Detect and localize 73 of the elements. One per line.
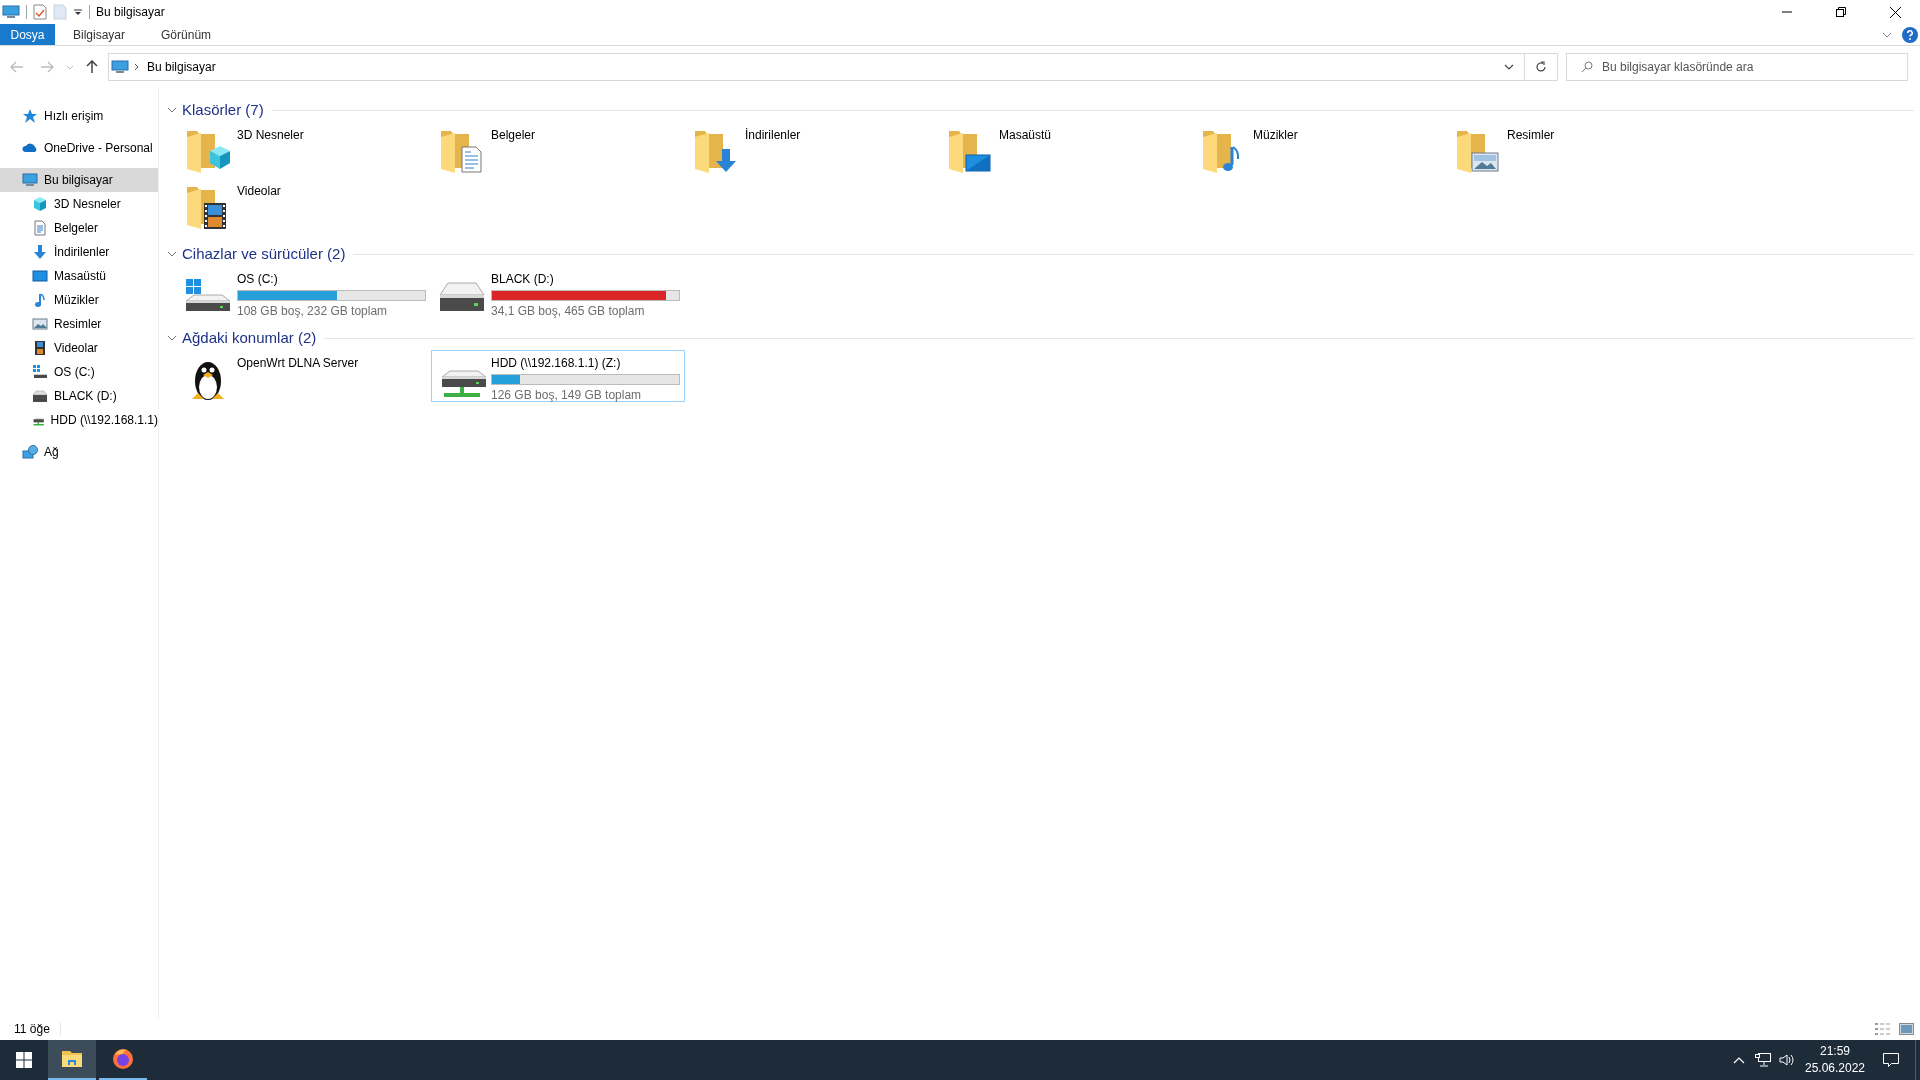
computer-icon (22, 172, 38, 188)
network-icon (22, 444, 38, 460)
computer-icon[interactable] (2, 5, 20, 19)
sidebar-item[interactable]: Belgeler (0, 216, 158, 240)
folder-tile[interactable]: Masaüstü (939, 122, 1193, 178)
windows-logo-icon (16, 1052, 32, 1068)
sidebar-item[interactable]: Müzikler (0, 288, 158, 312)
sidebar-item[interactable]: Hızlı erişim (0, 104, 158, 128)
chevron-right-icon[interactable] (134, 63, 139, 71)
network-icon[interactable] (1755, 1053, 1771, 1067)
close-button[interactable] (1890, 6, 1901, 18)
properties-icon[interactable] (33, 4, 47, 20)
windows-drive-icon (32, 364, 48, 380)
firefox-icon (111, 1047, 135, 1071)
desktop-icon (32, 268, 48, 284)
sidebar-item[interactable]: OneDrive - Personal (0, 136, 158, 160)
search-icon (1581, 61, 1593, 73)
folder-tile[interactable]: Müzikler (1193, 122, 1447, 178)
refresh-icon[interactable] (1535, 61, 1547, 73)
up-arrow-icon[interactable] (86, 60, 98, 74)
notifications-icon[interactable] (1883, 1052, 1899, 1068)
sidebar-item[interactable]: 3D Nesneler (0, 192, 158, 216)
sidebar-item[interactable]: HDD (\\192.168.1.1) (0, 408, 158, 432)
sidebar-item[interactable]: OS (C:) (0, 360, 158, 384)
computer-icon (111, 60, 129, 74)
download-arrow-icon (32, 244, 48, 260)
search-field[interactable]: Bu bilgisayar klasöründe ara (1566, 53, 1908, 81)
document-icon (32, 220, 48, 236)
chevron-down-icon[interactable] (167, 333, 177, 343)
search-input[interactable]: Bu bilgisayar klasöründe ara (1602, 58, 1907, 76)
picture-icon (32, 316, 48, 332)
file-tab[interactable]: Dosya (0, 24, 55, 45)
sidebar-item[interactable]: BLACK (D:) (0, 384, 158, 408)
music-note-icon (32, 292, 48, 308)
volume-icon[interactable] (1779, 1053, 1795, 1067)
section-header[interactable]: Ağdaki konumlar (2) (182, 326, 317, 350)
drive-tile[interactable]: OS (C:) 108 GB boş, 232 GB toplam (177, 266, 431, 318)
folder-tile[interactable]: 3D Nesneler (177, 122, 431, 178)
folder-tile[interactable]: Videolar (177, 178, 431, 234)
drive-tile[interactable]: BLACK (D:) 34,1 GB boş, 465 GB toplam (431, 266, 685, 318)
chevron-down-icon[interactable] (1504, 64, 1514, 70)
cube-icon (32, 196, 48, 212)
server-tile[interactable]: OpenWrt DLNA Server (177, 350, 431, 406)
item-count: 11 öğe (14, 1021, 50, 1038)
window-title: Bu bilgisayar (96, 4, 165, 21)
taskbar-app[interactable] (48, 1040, 96, 1080)
chevron-down-icon[interactable] (167, 105, 177, 115)
ribbon-tab[interactable]: Bilgisayar (55, 24, 144, 45)
breadcrumb[interactable]: Bu bilgisayar (147, 58, 216, 76)
help-icon[interactable] (1902, 26, 1918, 43)
hard-drive-icon (32, 388, 48, 404)
sidebar-item[interactable]: İndirilenler (0, 240, 158, 264)
details-view-icon[interactable] (1875, 1022, 1891, 1036)
film-icon (32, 340, 48, 356)
sidebar-item[interactable]: Masaüstü (0, 264, 158, 288)
clock[interactable]: 21:59 25.06.2022 (1805, 1043, 1865, 1077)
star-icon (22, 108, 38, 124)
sidebar-item[interactable]: Videolar (0, 336, 158, 360)
chevron-up-icon[interactable] (1733, 1056, 1745, 1064)
folder-tile[interactable]: Belgeler (431, 122, 685, 178)
address-bar[interactable]: Bu bilgisayar (108, 53, 1558, 81)
dropdown-icon[interactable] (73, 7, 83, 17)
chevron-down-icon[interactable] (167, 249, 177, 259)
sidebar-item[interactable]: Ağ (0, 440, 158, 464)
folder-tile[interactable]: Resimler (1447, 122, 1701, 178)
sidebar-item[interactable]: Resimler (0, 312, 158, 336)
section-header[interactable]: Klasörler (7) (182, 98, 264, 122)
section-header[interactable]: Cihazlar ve sürücüler (2) (182, 242, 346, 266)
ribbon-tab[interactable]: Görünüm (143, 24, 230, 45)
drive-tile[interactable]: HDD (\\192.168.1.1) (Z:) 126 GB boş, 149 GB toplam (431, 350, 685, 402)
folder-tile[interactable]: İndirilenler (685, 122, 939, 178)
restore-button[interactable] (1836, 7, 1846, 17)
sidebar-item[interactable]: Bu bilgisayar (0, 168, 158, 192)
